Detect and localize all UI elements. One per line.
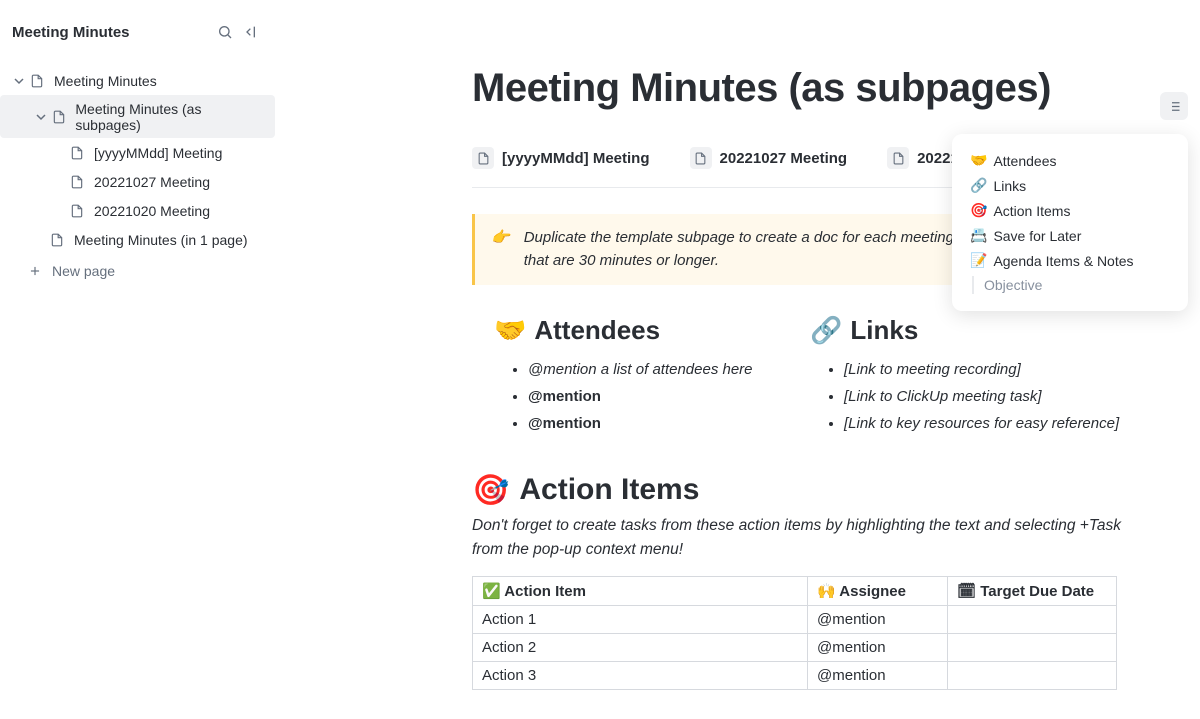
plus-icon	[26, 262, 44, 280]
page-tree: Meeting Minutes Meeting Minutes (as subp…	[0, 60, 275, 288]
toc-label: Action Items	[993, 203, 1070, 219]
tree-label: Meeting Minutes	[54, 73, 157, 89]
new-page-label: New page	[52, 263, 115, 279]
subpage-link-1027[interactable]: 20221027 Meeting	[690, 147, 848, 169]
table-row[interactable]: Action 2 @mention	[473, 633, 1117, 661]
toc-label: Agenda Items & Notes	[993, 253, 1133, 269]
subpage-label: [yyyyMMdd] Meeting	[502, 150, 650, 167]
attendees-heading: Attendees	[534, 315, 660, 346]
doc-icon	[472, 147, 494, 169]
doc-icon	[690, 147, 712, 169]
cell-target[interactable]	[948, 661, 1117, 689]
subpage-link-template[interactable]: [yyyyMMdd] Meeting	[472, 147, 650, 169]
page-title: Meeting Minutes (as subpages)	[472, 66, 1140, 111]
tree-label: Meeting Minutes (as subpages)	[75, 101, 267, 133]
memo-icon: 📝	[970, 252, 987, 269]
toc-item-links[interactable]: 🔗 Links	[952, 173, 1188, 198]
tree-label: 20221027 Meeting	[94, 174, 210, 190]
tree-item-meeting-1020[interactable]: 20221020 Meeting	[0, 196, 275, 225]
tree-item-subpages[interactable]: Meeting Minutes (as subpages)	[0, 95, 275, 138]
search-icon[interactable]	[213, 20, 237, 44]
handshake-icon: 🤝	[970, 152, 987, 169]
toc-item-action[interactable]: 🎯 Action Items	[952, 198, 1188, 223]
table-header-row: ✅ Action Item 🙌 Assignee 🗓 Target Due Da…	[473, 576, 1117, 605]
sidebar: Meeting Minutes Meeting Minutes Meeting …	[0, 0, 276, 719]
tree-item-template[interactable]: [yyyyMMdd] Meeting	[0, 138, 275, 167]
tree-item-root[interactable]: Meeting Minutes	[0, 66, 275, 95]
doc-icon	[887, 147, 909, 169]
th-assignee: 🙌 Assignee	[808, 576, 948, 605]
subpage-label: 20221027 Meeting	[720, 150, 848, 167]
table-row[interactable]: Action 1 @mention	[473, 605, 1117, 633]
action-items-section: 🎯 Action Items Don't forget to create ta…	[472, 473, 1140, 690]
chevron-down-icon[interactable]	[12, 74, 26, 88]
tree-label: 20221020 Meeting	[94, 203, 210, 219]
cell-target[interactable]	[948, 633, 1117, 661]
doc-icon	[48, 231, 66, 249]
toc-label: Links	[993, 178, 1026, 194]
link-icon: 🔗	[970, 177, 987, 194]
th-target: 🗓 Target Due Date	[948, 576, 1117, 605]
card-file-icon: 📇	[970, 227, 987, 244]
doc-icon	[68, 202, 86, 220]
toc-panel: 🤝 Attendees 🔗 Links 🎯 Action Items 📇 Save fo…	[952, 134, 1188, 311]
list-item[interactable]: [Link to key resources for easy referenc…	[844, 410, 1140, 437]
doc-icon	[68, 144, 86, 162]
main-content: Meeting Minutes (as subpages) [yyyyMMdd]…	[276, 0, 1200, 719]
workspace-title: Meeting Minutes	[12, 24, 213, 41]
doc-icon	[28, 72, 46, 90]
table-row[interactable]: Action 3 @mention	[473, 661, 1117, 689]
th-action-item: ✅ Action Item	[473, 576, 808, 605]
list-item[interactable]: [Link to meeting recording]	[844, 356, 1140, 383]
pointing-right-icon: 👉	[491, 226, 510, 273]
doc-icon	[50, 108, 68, 126]
toc-item-attendees[interactable]: 🤝 Attendees	[952, 148, 1188, 173]
collapse-sidebar-icon[interactable]	[239, 20, 263, 44]
doc-icon	[68, 173, 86, 191]
chevron-down-icon[interactable]	[34, 110, 48, 124]
cell-action[interactable]: Action 3	[473, 661, 808, 689]
new-page-button[interactable]: New page	[0, 254, 275, 288]
list-item[interactable]: [Link to ClickUp meeting task]	[844, 383, 1140, 410]
list-item[interactable]: @mention	[528, 383, 810, 410]
cell-assignee[interactable]: @mention	[808, 633, 948, 661]
cell-action[interactable]: Action 1	[473, 605, 808, 633]
tree-label: [yyyyMMdd] Meeting	[94, 145, 222, 161]
action-heading: Action Items	[519, 473, 699, 507]
links-section: 🔗 Links [Link to meeting recording] [Lin…	[810, 315, 1140, 437]
tree-item-meeting-1027[interactable]: 20221027 Meeting	[0, 167, 275, 196]
toc-label: Save for Later	[993, 228, 1081, 244]
toc-item-save[interactable]: 📇 Save for Later	[952, 223, 1188, 248]
toc-item-agenda[interactable]: 📝 Agenda Items & Notes	[952, 248, 1188, 273]
toc-toggle-button[interactable]	[1160, 92, 1188, 120]
sidebar-header: Meeting Minutes	[0, 0, 275, 60]
target-icon: 🎯	[472, 473, 509, 508]
target-icon: 🎯	[970, 202, 987, 219]
cell-assignee[interactable]: @mention	[808, 605, 948, 633]
toc-label: Objective	[984, 277, 1042, 293]
cell-action[interactable]: Action 2	[473, 633, 808, 661]
action-description: Don't forget to create tasks from these …	[472, 514, 1140, 562]
list-item[interactable]: @mention	[528, 410, 810, 437]
list-item[interactable]: @mention a list of attendees here	[528, 356, 810, 383]
toc-item-objective[interactable]: Objective	[952, 273, 1188, 297]
handshake-icon: 🤝	[494, 315, 526, 346]
tree-label: Meeting Minutes (in 1 page)	[74, 232, 248, 248]
action-items-table: ✅ Action Item 🙌 Assignee 🗓 Target Due Da…	[472, 576, 1117, 690]
cell-target[interactable]	[948, 605, 1117, 633]
link-icon: 🔗	[810, 315, 842, 346]
tree-item-onepage[interactable]: Meeting Minutes (in 1 page)	[0, 225, 275, 254]
links-heading: Links	[850, 315, 918, 346]
cell-assignee[interactable]: @mention	[808, 661, 948, 689]
attendees-section: 🤝 Attendees @mention a list of attendees…	[472, 315, 810, 437]
toc-label: Attendees	[993, 153, 1056, 169]
